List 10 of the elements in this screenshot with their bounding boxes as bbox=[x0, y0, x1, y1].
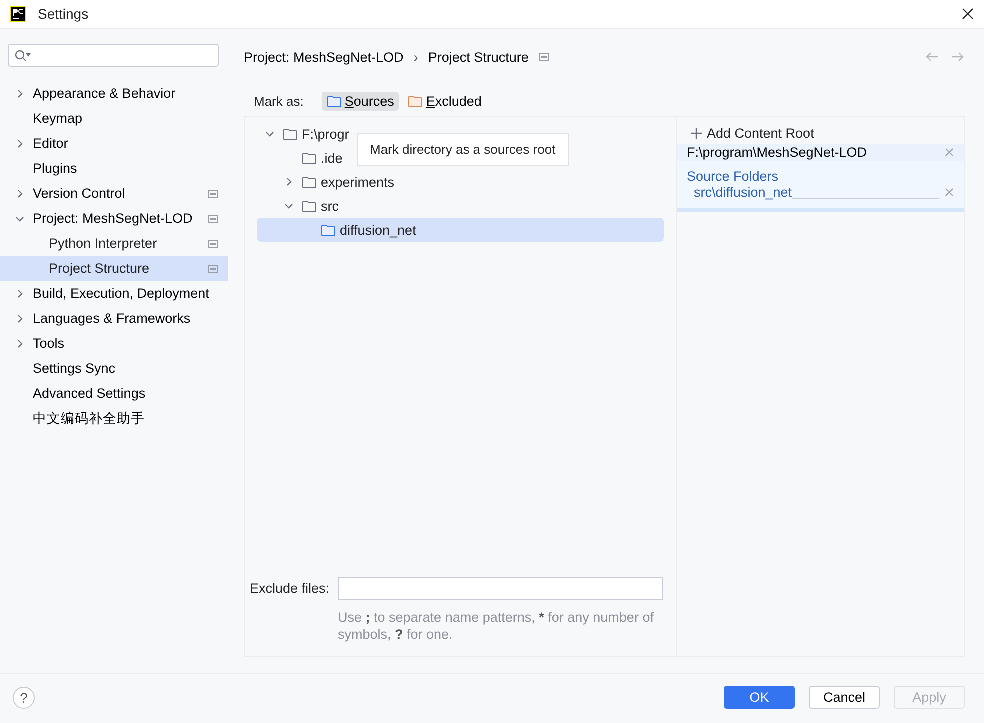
tooltip: Mark directory as a sources root bbox=[357, 133, 569, 166]
mark-as-label: Mark as: bbox=[254, 94, 304, 108]
hint-text: Use ; to separate name patterns, * for any number of symbols, ? for one. bbox=[338, 609, 655, 643]
breadcrumb-separator: › bbox=[414, 50, 418, 64]
window-title: Settings bbox=[38, 6, 89, 22]
page-title: Project Structure bbox=[428, 50, 529, 64]
source-folder-path: src\diffusion_net bbox=[694, 185, 792, 200]
section-title: Source Folders bbox=[687, 169, 780, 184]
field-label: Exclude files: bbox=[250, 581, 330, 596]
content-root-path: F:\program\MeshSegNet-LOD bbox=[687, 145, 868, 160]
